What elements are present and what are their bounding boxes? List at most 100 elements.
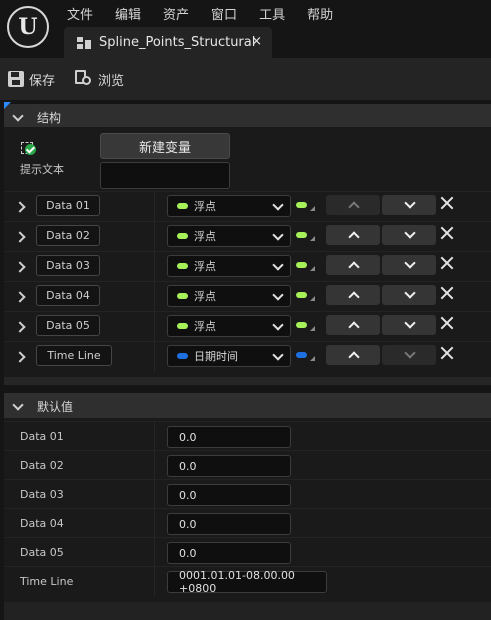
dropdown-corner-icon [310,236,315,241]
default-value-row: Data 04 0.0 [4,508,491,538]
tooltip-label: 提示文本 [20,163,64,176]
menu-edit[interactable]: 编辑 [104,0,152,24]
section-separator [4,377,491,385]
container-type-button[interactable] [296,260,316,272]
tooltip-input[interactable] [100,162,230,189]
type-pin-icon [177,353,188,359]
menu-tools[interactable]: 工具 [248,0,296,24]
member-name-field[interactable]: Data 04 [36,285,100,306]
type-dropdown[interactable]: 日期时间 [167,345,291,367]
chevron-right-icon[interactable] [16,261,24,271]
dropdown-corner-icon [310,356,315,361]
chevron-down-icon [273,291,282,300]
structure-section-title: 结构 [37,110,62,125]
delete-member-icon[interactable] [440,346,454,360]
document-tab[interactable]: Spline_Points_Structural × [64,27,272,58]
member-name-field[interactable]: Data 02 [36,225,100,246]
container-pin-icon [296,292,307,298]
browse-button[interactable]: 浏览 [75,70,124,89]
move-up-button[interactable] [326,225,380,245]
default-value-label: Data 01 [20,430,64,443]
chevron-right-icon[interactable] [16,201,24,211]
move-up-button[interactable] [326,345,380,365]
container-type-button[interactable] [296,230,316,242]
type-name: 浮点 [194,320,216,333]
member-name-field[interactable]: Data 03 [36,255,100,276]
delete-member-icon[interactable] [440,286,454,300]
menu-file[interactable]: 文件 [56,0,104,24]
chevron-down-icon [273,351,282,360]
move-down-button[interactable] [382,285,436,305]
tab-title: Spline_Points_Structural [99,35,256,50]
save-label: 保存 [29,73,56,89]
type-dropdown[interactable]: 浮点 [167,285,291,307]
move-up-button[interactable] [326,195,380,215]
tab-close-icon[interactable]: × [251,34,262,49]
browse-icon [75,70,93,88]
chevron-right-icon[interactable] [16,321,24,331]
type-dropdown[interactable]: 浮点 [167,315,291,337]
member-name-field[interactable]: Data 01 [36,195,100,216]
move-down-button[interactable] [382,255,436,275]
dropdown-corner-icon [310,326,315,331]
defaults-section-header[interactable]: 默认值 [4,393,491,419]
member-name-field[interactable]: Data 05 [36,315,100,336]
column-divider [154,480,155,509]
menu-asset[interactable]: 资产 [152,0,200,24]
member-row: Data 02 浮点 [4,221,491,252]
default-value-input[interactable]: 0.0 [167,484,291,506]
move-down-button[interactable] [382,225,436,245]
move-up-button[interactable] [326,315,380,335]
delete-member-icon[interactable] [440,196,454,210]
move-down-button[interactable] [382,315,436,335]
container-type-button[interactable] [296,350,316,362]
member-name-field[interactable]: Time Line [36,345,112,366]
type-dropdown[interactable]: 浮点 [167,255,291,277]
default-value-input[interactable]: 0001.01.01-08.00.00 +0800 [167,569,327,595]
move-up-button[interactable] [326,285,380,305]
member-row: Data 04 浮点 [4,281,491,312]
chevron-right-icon[interactable] [16,231,24,241]
container-type-button[interactable] [296,290,316,302]
menu-window[interactable]: 窗口 [200,0,248,24]
delete-member-icon[interactable] [440,226,454,240]
save-button[interactable]: 保存 [8,70,55,89]
column-divider [154,192,155,222]
default-value-label: Time Line [20,575,74,588]
column-divider [154,282,155,312]
default-value-input[interactable]: 0.0 [167,426,291,448]
menu-bar: 文件 编辑 资产 窗口 工具 帮助 [56,0,344,24]
container-pin-icon [296,202,307,208]
container-type-button[interactable] [296,320,316,332]
container-type-button[interactable] [296,200,316,212]
default-value-row: Data 05 0.0 [4,537,491,567]
column-divider [154,567,155,596]
chevron-right-icon[interactable] [16,351,24,361]
member-row: Time Line 日期时间 [4,341,491,372]
new-variable-button[interactable]: 新建变量 [100,133,230,159]
panel-corner-marker [4,102,11,109]
chevron-down-icon [13,112,23,122]
column-divider [154,538,155,567]
container-pin-icon [296,352,307,358]
menu-help[interactable]: 帮助 [296,0,344,24]
move-down-button[interactable] [382,195,436,215]
move-down-button[interactable] [382,345,436,365]
delete-member-icon[interactable] [440,316,454,330]
unreal-logo-icon[interactable]: U [7,6,49,48]
move-up-button[interactable] [326,255,380,275]
chevron-right-icon[interactable] [16,291,24,301]
default-value-input[interactable]: 0.0 [167,455,291,477]
struct-asset-icon [77,36,91,49]
container-pin-icon [296,232,307,238]
type-name: 浮点 [194,290,216,303]
default-value-input[interactable]: 0.0 [167,513,291,535]
default-value-input[interactable]: 0.0 [167,542,291,564]
container-pin-icon [296,322,307,328]
column-divider [154,252,155,282]
column-divider [154,422,155,451]
type-name: 浮点 [194,230,216,243]
type-dropdown[interactable]: 浮点 [167,195,291,217]
type-dropdown[interactable]: 浮点 [167,225,291,247]
delete-member-icon[interactable] [440,256,454,270]
